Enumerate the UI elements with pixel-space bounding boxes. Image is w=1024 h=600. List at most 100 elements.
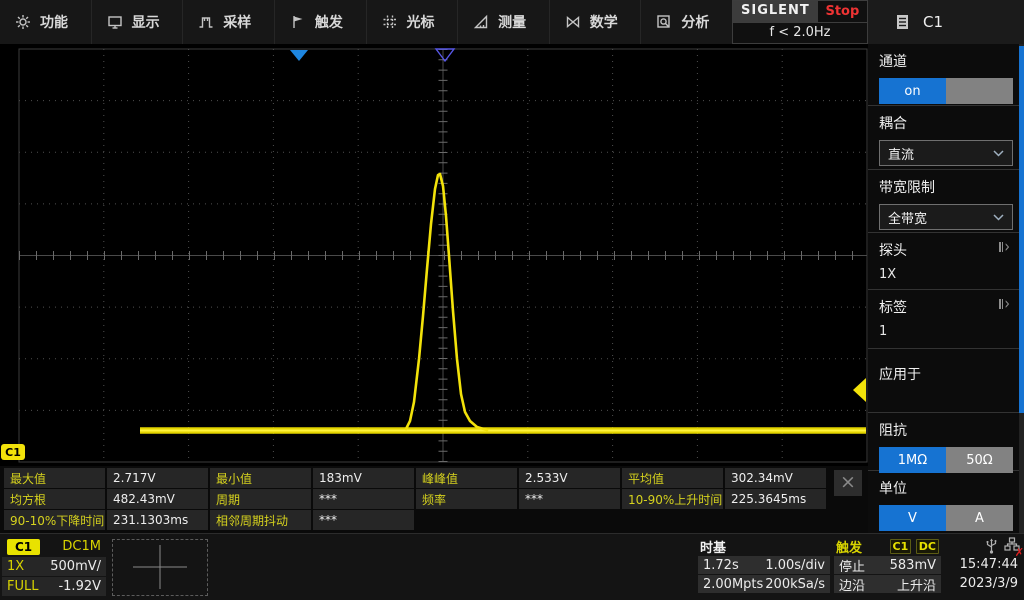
menu-item-acquire[interactable]: 采样 (183, 0, 275, 44)
trigger-coupling-badge: DC (916, 539, 939, 554)
channel1-descriptor-box[interactable]: C1 DC1M 1X 500mV/ FULL -1.92V (2, 537, 106, 598)
unit-amp-option[interactable]: A (946, 505, 1013, 531)
trigger-header: 触发 C1 DC (834, 537, 941, 555)
timebase-scale: 1.00s/div (765, 558, 825, 573)
trigger-slope: 上升沿 (897, 575, 936, 594)
impedance-toggle[interactable]: 1MΩ 50Ω (879, 447, 1013, 473)
delay-reference-marker[interactable] (436, 49, 454, 61)
timebase-box[interactable]: 时基 1.72s 1.00s/div 2.00Mpts 200kSa/s (698, 537, 830, 593)
coupling-value: 直流 (888, 144, 914, 163)
bandwidth-dropdown[interactable]: 全带宽 (879, 204, 1013, 230)
channel-on-option[interactable]: on (879, 78, 946, 104)
chevron-down-icon (993, 150, 1004, 157)
channel-label: 通道 (879, 51, 1008, 71)
center-axes (19, 49, 867, 462)
svg-text:C1: C1 (5, 446, 21, 459)
cursor-grid-icon (382, 14, 398, 30)
trigger-frequency-readout: f < 2.0Hz (733, 23, 867, 43)
menu-item-math[interactable]: 数学 (550, 0, 642, 44)
measure-empty-cell (622, 510, 723, 530)
lan-disconnected-x: ✗ (1015, 546, 1024, 559)
usb-icon[interactable] (985, 538, 998, 554)
measure-value-cell: *** (313, 489, 414, 509)
impedance-50ohm-option[interactable]: 50Ω (946, 447, 1013, 473)
probe-expander-icon[interactable]: › (999, 242, 1010, 252)
section-apply-to: 应用于 (868, 349, 1024, 413)
waveform-display[interactable]: C1 (0, 44, 868, 466)
measure-label-cell: 峰峰值 (416, 468, 517, 488)
channel-probe: 1X (7, 559, 24, 574)
channel-bandwidth: FULL (7, 579, 38, 594)
unit-toggle[interactable]: V A (879, 505, 1013, 531)
probe-label: 探头 (879, 240, 1008, 260)
list-icon (896, 14, 909, 30)
trigger-level: 583mV (890, 558, 936, 573)
dialog-header[interactable]: C1 (868, 0, 1024, 44)
siglent-logo: SIGLENT (733, 1, 818, 22)
measure-value-cell: 231.1303ms (107, 510, 208, 530)
measure-row: 均方根 482.43mV 周期 *** 频率 *** 10-90%上升时间 22… (4, 489, 868, 509)
menu-item-label: 触发 (315, 12, 343, 32)
coupling-dropdown[interactable]: 直流 (879, 140, 1013, 166)
channel-dialog: C1 通道 on 耦合 直流 带宽限制 全带宽 探头 › (868, 0, 1024, 533)
measure-label-cell: 最小值 (210, 468, 311, 488)
tag-label: 标签 (879, 297, 1008, 317)
close-icon[interactable]: × (834, 470, 862, 496)
menu-item-label: 显示 (132, 12, 160, 32)
apply-to-label[interactable]: 应用于 (879, 364, 1008, 384)
menu-item-label: 采样 (223, 12, 251, 32)
menu-item-cursor[interactable]: 光标 (367, 0, 459, 44)
gear-icon (15, 14, 31, 30)
add-channel-placeholder[interactable] (112, 539, 208, 596)
coupling-label: 耦合 (879, 113, 1008, 133)
trigger-row: 边沿 上升沿 (834, 575, 941, 593)
dialog-title: C1 (923, 13, 943, 31)
measure-label-cell: 周期 (210, 489, 311, 509)
channel-offset: -1.92V (58, 579, 101, 594)
bandwidth-value: 全带宽 (888, 208, 927, 227)
measure-label-cell: 频率 (416, 489, 517, 509)
measure-label-cell: 均方根 (4, 489, 105, 509)
flag-icon (290, 14, 306, 30)
trigger-position-marker[interactable] (290, 50, 308, 61)
trigger-source-badge: C1 (890, 539, 912, 554)
tag-expander-icon[interactable]: › (999, 299, 1010, 309)
menu-item-label: 功能 (40, 12, 68, 32)
trigger-label: 触发 (836, 537, 862, 556)
trigger-box[interactable]: 触发 C1 DC 停止 583mV 边沿 上升沿 (834, 537, 941, 593)
trigger-source-coupling: C1 DC (890, 539, 939, 554)
menu-item-measure[interactable]: 测量 (458, 0, 550, 44)
tag-value[interactable]: 1 (879, 324, 1008, 339)
unit-volt-option[interactable]: V (879, 505, 946, 531)
sidebar-scrollbar-thumb[interactable] (1019, 46, 1024, 413)
section-probe: 探头 › 1X (868, 233, 1024, 290)
brand-box: SIGLENT Stop f < 2.0Hz (732, 0, 868, 44)
impedance-1mohm-option[interactable]: 1MΩ (879, 447, 946, 473)
channel-off-option[interactable] (946, 78, 1013, 104)
display-icon (107, 14, 123, 30)
menu-item-analysis[interactable]: 分析 (641, 0, 732, 44)
impedance-label: 阻抗 (879, 420, 1008, 440)
run-stop-indicator[interactable]: Stop (818, 1, 867, 22)
system-status-box: ✗ 15:47:44 2023/3/9 (948, 537, 1020, 593)
clock-date: 2023/3/9 (948, 574, 1020, 593)
measure-empty-cell (519, 510, 620, 530)
channel-descriptor-row: FULL -1.92V (2, 577, 106, 596)
channel-badge: C1 (7, 539, 40, 555)
section-unit: 单位 V A (868, 471, 1024, 533)
probe-value[interactable]: 1X (879, 267, 1008, 282)
channel-descriptor-header: C1 DC1M (2, 537, 106, 556)
channel-offset-marker[interactable]: C1 (1, 444, 25, 460)
measure-label-cell: 90-10%下降时间 (4, 510, 105, 530)
trigger-row: 停止 583mV (834, 556, 941, 574)
timebase-header: 时基 (698, 537, 830, 555)
channel-on-off-toggle[interactable]: on (879, 78, 1013, 104)
menu-item-function[interactable]: 功能 (0, 0, 92, 44)
acquire-icon (198, 14, 214, 30)
trigger-level-marker[interactable] (853, 378, 866, 402)
section-channel: 通道 on (868, 44, 1024, 106)
menu-item-trigger[interactable]: 触发 (275, 0, 367, 44)
network-status[interactable]: ✗ (1004, 537, 1020, 556)
graticule-and-trace: C1 (0, 44, 868, 466)
menu-item-display[interactable]: 显示 (92, 0, 184, 44)
